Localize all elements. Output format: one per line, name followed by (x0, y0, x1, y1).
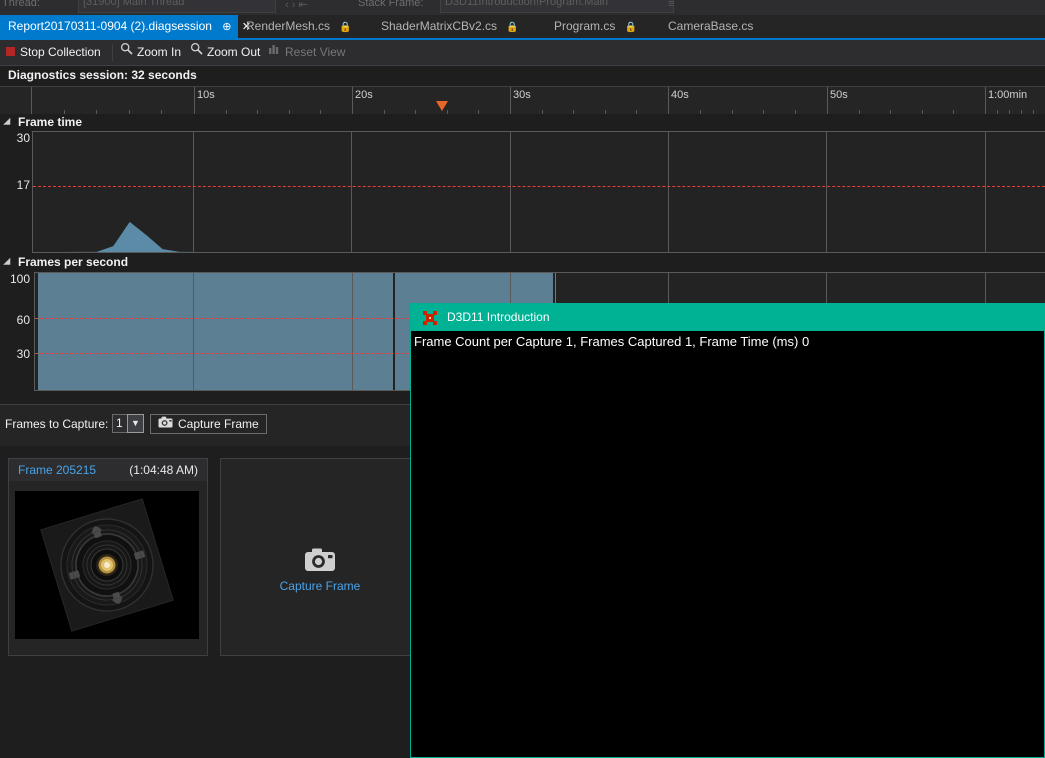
frame-time-series (64, 221, 554, 252)
section-title: Frames per second (18, 255, 129, 269)
ruler-label: 10s (197, 89, 215, 101)
chart-gridline (193, 273, 194, 390)
timeline-ruler[interactable]: 10s 20s 30s 40s 50s 1:00min (0, 87, 1045, 116)
session-duration-label: Diagnostics session: 32 seconds (8, 68, 197, 82)
toolbar-separator (112, 44, 113, 61)
tab-camerabase-cs[interactable]: CameraBase.cs (660, 15, 761, 38)
frametime-ytick-17: 17 (16, 178, 30, 192)
reset-view-icon (268, 39, 281, 64)
debug-toolbar-strip: Thread: [31900] Main Thread ‹ › ⇤ Stack … (0, 0, 1045, 15)
debug-thread-combo[interactable]: [31900] Main Thread (78, 0, 276, 13)
gallery-background (0, 677, 410, 758)
lock-icon: 🔒 (339, 22, 352, 33)
timeline-marker-icon[interactable] (436, 101, 448, 111)
debug-stackframe-combo[interactable]: D3D11Introduction!Program.Main (440, 0, 674, 13)
section-header-frame-time[interactable]: Frame time (0, 114, 1045, 130)
camera-icon (158, 415, 173, 433)
tab-report-diagsession[interactable]: Report20170311-0904 (2).diagsession ⊕ ✕ (0, 15, 251, 39)
ruler-label: 1:00min (988, 89, 1028, 101)
ruler-label: 50s (830, 89, 848, 101)
capture-frame-button[interactable]: Capture Frame (150, 414, 267, 434)
frame-time-chart[interactable] (32, 131, 1045, 253)
chart-gridline (352, 273, 353, 390)
d3d11-status-text: Frame Count per Capture 1, Frames Captur… (414, 334, 810, 349)
lock-icon: 🔒 (624, 22, 638, 33)
tab-label: Report20170311-0904 (2).diagsession (8, 19, 212, 33)
debug-stackframe-value: D3D11Introduction!Program.Main (445, 0, 609, 8)
frame-thumbnail[interactable] (15, 491, 199, 639)
tab-label: RenderMesh.cs (246, 19, 331, 33)
zoom-in-label: Zoom In (137, 45, 182, 59)
zoom-out-label: Zoom Out (207, 45, 261, 59)
collapse-caret-icon[interactable] (3, 117, 14, 129)
camera-icon (304, 547, 336, 575)
zoom-in-icon (120, 39, 133, 64)
fps-area-fill (38, 273, 393, 390)
d3d11-titlebar[interactable]: D3D11 Introduction (411, 304, 1044, 331)
stack-frame-nav-icons[interactable]: ‹ › ⇤ (285, 0, 308, 11)
lock-icon: 🔒 (506, 22, 519, 33)
tab-program-cs[interactable]: Program.cs 🔒 (546, 15, 645, 38)
d3d11-app-window[interactable]: D3D11 Introduction Frame Count per Captu… (410, 303, 1045, 758)
fps-ytick-100: 100 (9, 272, 30, 286)
collapse-caret-icon[interactable] (3, 257, 14, 269)
pin-icon[interactable]: ⊕ (222, 16, 231, 39)
frame-card[interactable]: Frame 205215 (1:04:48 AM) (8, 458, 208, 656)
diagnostics-toolbar: Stop Collection Zoom In Zoom Out Reset V… (0, 40, 1045, 66)
ruler-label: 40s (671, 89, 689, 101)
capture-frame-placeholder-label[interactable]: Capture Frame (221, 579, 419, 593)
frame-card-header: Frame 205215 (1:04:48 AM) (9, 459, 207, 481)
d3d11-window-title: D3D11 Introduction (447, 310, 550, 324)
frame-timestamp: (1:04:48 AM) (129, 463, 198, 477)
debug-thread-value: [31900] Main Thread (83, 0, 185, 8)
section-header-frames-per-second[interactable]: Frames per second (0, 254, 1045, 270)
reset-view-label: Reset View (285, 45, 346, 59)
tab-label: CameraBase.cs (668, 19, 754, 33)
zoom-out-icon (190, 39, 203, 64)
tab-shadermatrixcbv2-cs[interactable]: ShaderMatrixCBv2.cs 🔒 (373, 15, 527, 38)
overflow-chevron-icon[interactable]: ≡ (668, 0, 674, 10)
d3d-app-icon (422, 310, 438, 326)
ruler-label: 30s (513, 89, 531, 101)
editor-tab-strip: Report20170311-0904 (2).diagsession ⊕ ✕ … (0, 15, 1045, 38)
ruler-major-tick (827, 87, 828, 115)
frames-to-capture-label: Frames to Capture: (5, 417, 109, 431)
capture-frame-label: Capture Frame (178, 417, 259, 431)
ruler-major-tick (510, 87, 511, 115)
ruler-major-tick (194, 87, 195, 115)
zoom-in-button[interactable]: Zoom In (120, 40, 181, 65)
stop-collection-button[interactable]: Stop Collection (6, 40, 101, 65)
ruler-major-tick (985, 87, 986, 115)
ruler-major-tick (668, 87, 669, 115)
debug-thread-label: Thread: (2, 0, 40, 9)
tab-rendermesh-cs[interactable]: RenderMesh.cs 🔒 (238, 15, 360, 38)
zoom-out-button[interactable]: Zoom Out (190, 40, 260, 65)
chevron-down-icon[interactable]: ▼ (127, 414, 144, 433)
section-title: Frame time (18, 115, 83, 129)
frame-name: Frame 205215 (18, 463, 97, 477)
ruler-major-tick (352, 87, 353, 115)
tab-label: Program.cs (554, 19, 616, 33)
fps-ytick-30: 30 (16, 347, 30, 361)
ruler-label: 20s (355, 89, 373, 101)
stop-square-icon (6, 47, 15, 57)
tab-label: ShaderMatrixCBv2.cs (381, 19, 498, 33)
stop-collection-label: Stop Collection (20, 45, 101, 59)
reset-view-button[interactable]: Reset View (268, 40, 345, 65)
debug-stackframe-label: Stack Frame: (358, 0, 424, 9)
frames-to-capture-value: 1 (116, 416, 123, 430)
ruler-major-tick (31, 87, 32, 115)
capture-frame-placeholder-card[interactable]: Capture Frame (220, 458, 420, 656)
fps-ytick-60: 60 (16, 313, 30, 327)
frametime-ytick-30: 30 (16, 131, 30, 145)
